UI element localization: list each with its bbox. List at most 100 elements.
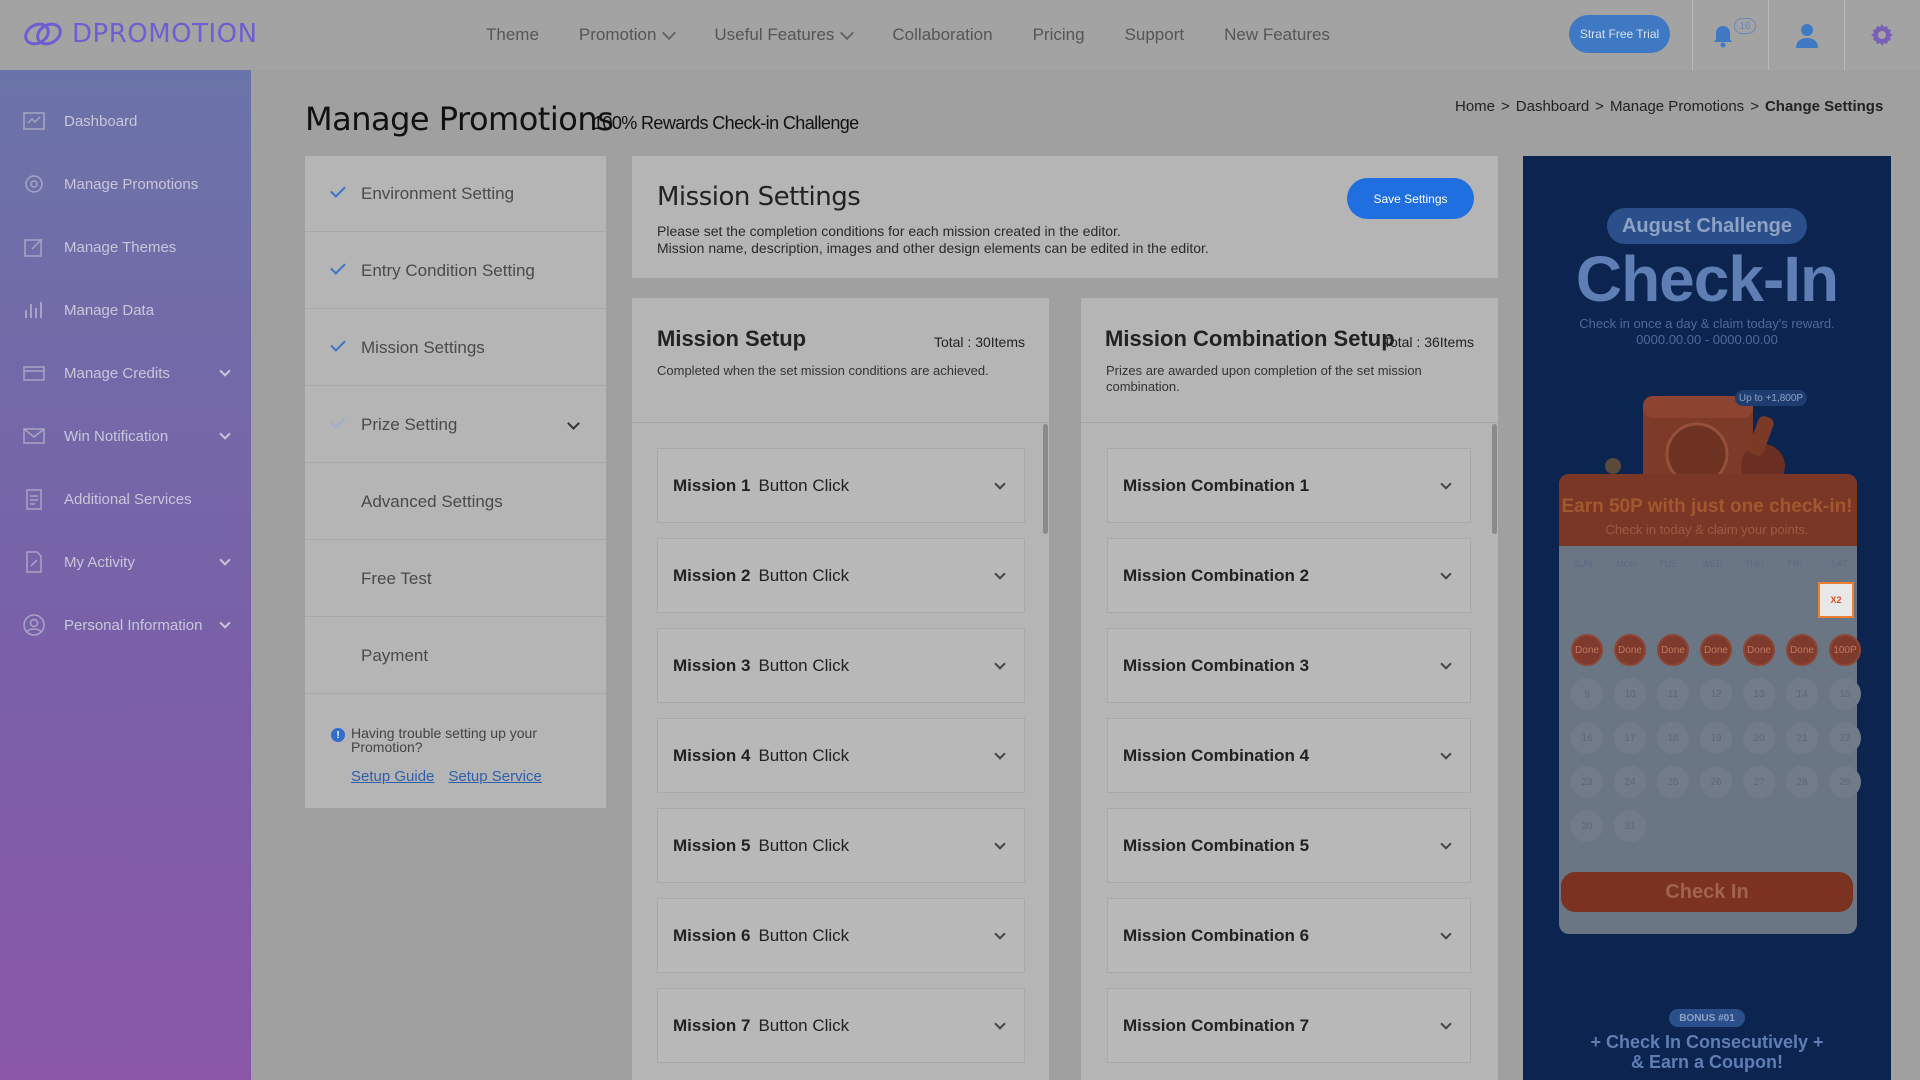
mission-item[interactable]: Mission 7 Button Click (657, 988, 1025, 1063)
combination-item[interactable]: Mission Combination 6 (1107, 898, 1471, 973)
divider (1081, 422, 1498, 423)
mission-item[interactable]: Mission 2 Button Click (657, 538, 1025, 613)
mission-combination-panel: Mission Combination Setup Total : 36Item… (1081, 298, 1498, 1080)
nav-support[interactable]: Support (1125, 25, 1185, 45)
top-navigation-bar: DPROMOTION Theme Promotion Useful Featur… (0, 0, 1920, 70)
bonus-text: + Check In Consecutively + & Earn a Coup… (1523, 1032, 1891, 1072)
calendar-day: 21 (1786, 722, 1818, 754)
calendar-day: 29 (1829, 766, 1861, 798)
mission-item[interactable]: Mission 6 Button Click (657, 898, 1025, 973)
calendar-day: 11 (1657, 678, 1689, 710)
weekday-label: WED (1702, 559, 1723, 569)
calendar-day: 20 (1743, 722, 1775, 754)
clipboard-icon (26, 489, 42, 510)
setup-service-link[interactable]: Setup Service (448, 768, 541, 785)
sidebar-item-manage-credits[interactable]: Manage Credits (0, 353, 251, 393)
breadcrumb-separator: > (1501, 98, 1510, 115)
scrollbar[interactable] (1492, 424, 1497, 534)
sidebar-item-win-notification[interactable]: Win Notification (0, 416, 251, 456)
done-day: Done (1786, 634, 1818, 666)
edit-icon (24, 238, 43, 257)
settings-gear-icon[interactable] (1870, 22, 1894, 48)
combination-name: Mission Combination 5 (1123, 835, 1310, 855)
topbar-divider (1768, 0, 1769, 70)
sidebar-item-manage-data[interactable]: Manage Data (0, 290, 251, 330)
chevron-down-icon (219, 428, 231, 440)
mission-type: Button Click (758, 655, 850, 675)
sidebar-item-my-activity[interactable]: My Activity (0, 542, 251, 582)
chevron-down-icon (994, 1018, 1006, 1030)
sidebar-item-personal-information[interactable]: Personal Information (0, 605, 251, 645)
chevron-down-icon (219, 365, 231, 377)
brand-name: DPROMOTION (72, 19, 258, 49)
bar-chart-icon (25, 302, 42, 318)
breadcrumb-manage-promotions[interactable]: Manage Promotions (1610, 98, 1744, 115)
nav-theme[interactable]: Theme (486, 25, 539, 45)
brand-logo[interactable]: DPROMOTION (22, 18, 258, 50)
step-label: Payment (361, 645, 429, 665)
combination-item[interactable]: Mission Combination 2 (1107, 538, 1471, 613)
combination-item[interactable]: Mission Combination 3 (1107, 628, 1471, 703)
step-advanced-settings[interactable]: Advanced Settings (305, 464, 606, 540)
start-free-trial-button[interactable]: Strat Free Trial (1569, 15, 1670, 53)
breadcrumb-dashboard[interactable]: Dashboard (1516, 98, 1589, 115)
nav-collaboration[interactable]: Collaboration (892, 25, 992, 45)
mission-item[interactable]: Mission 1 Button Click (657, 448, 1025, 523)
sidebar-item-label: Win Notification (64, 427, 169, 445)
calendar-day: 31 (1614, 810, 1646, 842)
mission-setup-panel: Mission Setup Total : 30Items Completed … (632, 298, 1049, 1080)
combination-item[interactable]: Mission Combination 5 (1107, 808, 1471, 883)
nav-promotion[interactable]: Promotion (579, 25, 677, 45)
step-prize-setting[interactable]: Prize Setting (305, 387, 606, 463)
calendar-day: 30 (1571, 810, 1603, 842)
chevron-down-icon (1440, 928, 1452, 940)
chevron-down-icon (994, 478, 1006, 490)
mission-type: Button Click (758, 925, 850, 945)
total-count: Total : 30Items (933, 334, 1025, 350)
notifications-button[interactable]: 16 (1712, 18, 1756, 50)
nav-pricing[interactable]: Pricing (1033, 25, 1085, 45)
nav-label: Pricing (1032, 25, 1085, 44)
mission-item[interactable]: Mission 3 Button Click (657, 628, 1025, 703)
nav-label: Useful Features (714, 25, 835, 44)
setup-guide-link[interactable]: Setup Guide (351, 768, 434, 785)
nav-label: Support (1124, 25, 1185, 44)
mission-item[interactable]: Mission 4 Button Click (657, 718, 1025, 793)
preview-check-in-button[interactable]: Check In (1561, 872, 1853, 912)
mission-type: Button Click (758, 835, 850, 855)
save-settings-button[interactable]: Save Settings (1347, 178, 1474, 219)
bonus-tag: BONUS #01 (1669, 1009, 1745, 1027)
step-free-test[interactable]: Free Test (305, 541, 606, 617)
done-day: Done (1657, 634, 1689, 666)
breadcrumb-home[interactable]: Home (1455, 98, 1495, 115)
mission-name: Mission 3 (673, 655, 751, 675)
step-environment-setting[interactable]: Environment Setting (305, 156, 606, 232)
user-icon[interactable] (1795, 22, 1819, 48)
done-day: Done (1614, 634, 1646, 666)
step-entry-condition-setting[interactable]: Entry Condition Setting (305, 233, 606, 309)
combination-item[interactable]: Mission Combination 4 (1107, 718, 1471, 793)
chevron-down-icon (840, 25, 855, 40)
step-label: Mission Settings (361, 337, 485, 357)
step-payment[interactable]: Payment (305, 618, 606, 694)
chevron-down-icon (1440, 658, 1452, 670)
chevron-down-icon (662, 25, 677, 40)
preview-subtext-line: Check in once a day & claim today's rewa… (1579, 316, 1835, 331)
step-mission-settings[interactable]: Mission Settings (305, 310, 606, 386)
step-label: Advanced Settings (361, 491, 503, 511)
sidebar-item-label: Manage Data (64, 301, 155, 319)
combination-item[interactable]: Mission Combination 1 (1107, 448, 1471, 523)
mission-item[interactable]: Mission 5 Button Click (657, 808, 1025, 883)
check-icon (330, 413, 346, 429)
nav-useful-features[interactable]: Useful Features (714, 25, 855, 45)
nav-new-features[interactable]: New Features (1224, 25, 1330, 45)
scrollbar[interactable] (1043, 424, 1048, 534)
sidebar-item-dashboard[interactable]: Dashboard (0, 101, 251, 141)
sidebar-item-manage-themes[interactable]: Manage Themes (0, 227, 251, 267)
combination-item[interactable]: Mission Combination 7 (1107, 988, 1471, 1063)
sidebar-item-additional-services[interactable]: Additional Services (0, 479, 251, 519)
mission-type: Button Click (758, 1015, 850, 1035)
nav-label: Theme (486, 25, 539, 44)
step-label: Entry Condition Setting (361, 260, 535, 280)
sidebar-item-manage-promotions[interactable]: Manage Promotions (0, 164, 251, 204)
